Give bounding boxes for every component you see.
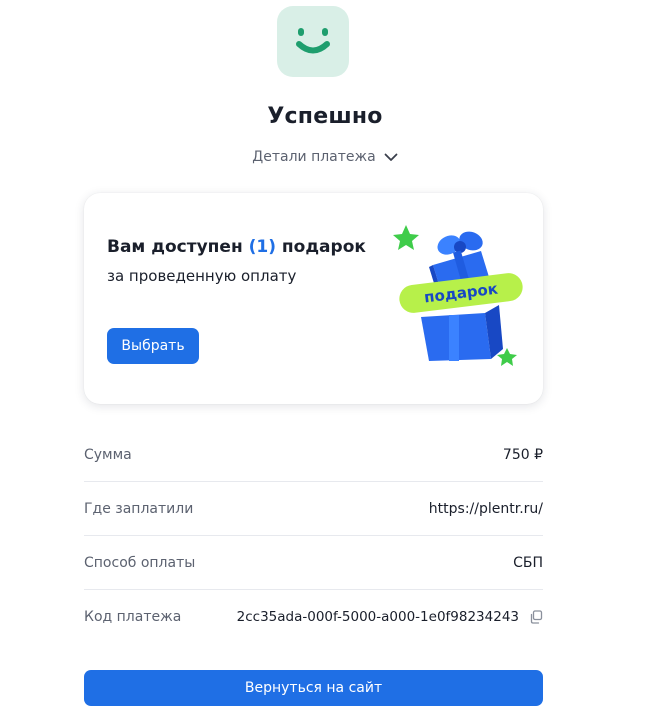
payment-code-wrap: 2cc35ada-000f-5000-a000-1e0f98234243: [237, 609, 543, 625]
gift-count: (1): [248, 237, 276, 257]
smile-icon: [296, 27, 330, 53]
merchant-label: Где заплатили: [84, 500, 194, 517]
payment-details-toggle[interactable]: Детали платежа: [0, 149, 650, 165]
chevron-down-icon: [384, 153, 398, 161]
amount-value: 750 ₽: [502, 446, 543, 463]
star-icon: [393, 225, 419, 250]
gift-title-suffix: подарок: [275, 237, 366, 257]
payment-details-list: Сумма 750 ₽ Где заплатили https://plentr…: [84, 428, 543, 644]
gift-subtitle: за проведенную оплату: [107, 267, 297, 285]
payment-code-value: 2cc35ada-000f-5000-a000-1e0f98234243: [236, 609, 519, 625]
gift-card: Вам доступен (1) подарок за проведенную …: [84, 193, 543, 404]
gift-title-prefix: Вам доступен: [107, 237, 249, 257]
return-to-site-button[interactable]: Вернуться на сайт: [84, 670, 543, 706]
merchant-value: https://plentr.ru/: [428, 500, 543, 517]
brand-logo: [277, 6, 349, 77]
detail-row-amount: Сумма 750 ₽: [84, 428, 543, 482]
payment-method-value: СБП: [513, 554, 543, 571]
amount-label: Сумма: [84, 446, 132, 463]
gift-title: Вам доступен (1) подарок: [107, 237, 366, 257]
payment-method-label: Способ оплаты: [84, 554, 196, 571]
copy-icon[interactable]: [529, 610, 543, 624]
gift-box-icon: подарок: [391, 221, 531, 371]
payment-code-label: Код платежа: [84, 609, 182, 625]
page-title: Успешно: [267, 104, 383, 129]
payment-details-label: Детали платежа: [252, 149, 376, 165]
detail-row-merchant: Где заплатили https://plentr.ru/: [84, 482, 543, 536]
detail-row-code: Код платежа 2cc35ada-000f-5000-a000-1e0f…: [84, 590, 543, 644]
choose-gift-button[interactable]: Выбрать: [107, 328, 199, 364]
detail-row-method: Способ оплаты СБП: [84, 536, 543, 590]
